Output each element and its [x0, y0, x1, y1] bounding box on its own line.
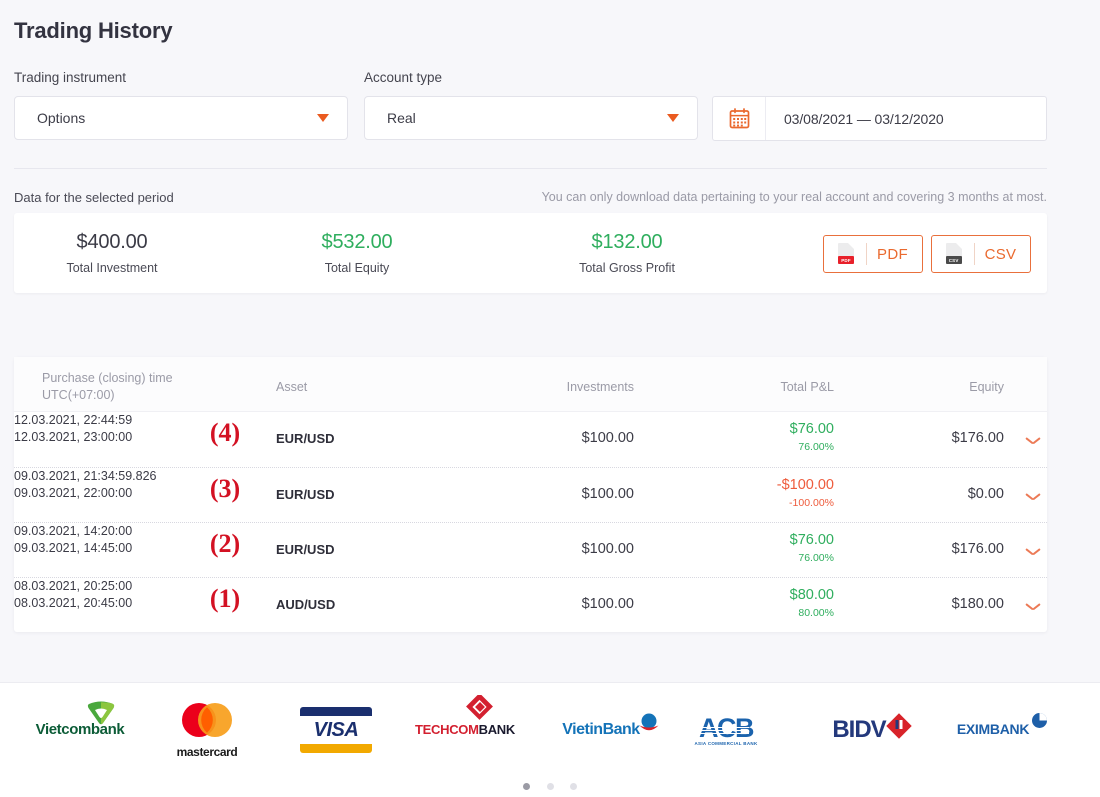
chevron-down-icon[interactable]: [1026, 492, 1040, 500]
calendar-icon: [713, 97, 766, 140]
table-row[interactable]: 12.03.2021, 22:44:59 12.03.2021, 23:00:0…: [14, 412, 1047, 467]
row-annotation: (2): [209, 529, 241, 558]
cell-investment: $100.00: [581, 430, 634, 446]
cell-asset: EUR/USD: [276, 542, 335, 557]
stat-total-investment: $400.00 Total Investment: [36, 231, 188, 275]
csv-file-icon: CSV: [945, 243, 964, 265]
cell-investment: $100.00: [581, 596, 634, 612]
table-row[interactable]: 09.03.2021, 14:20:00 09.03.2021, 14:45:0…: [14, 522, 1047, 577]
cell-investment: $100.00: [581, 486, 634, 502]
cell-pl-amount: $80.00: [789, 587, 834, 603]
divider: [866, 243, 868, 265]
download-csv-button[interactable]: CSV CSV: [931, 235, 1031, 273]
logo-text: VISA: [313, 718, 359, 741]
download-note: You can only download data pertaining to…: [541, 190, 1047, 204]
logo-techcombank: TECHCOMBANK: [400, 695, 530, 763]
carousel-dot[interactable]: [546, 783, 554, 790]
trading-instrument-label: Trading instrument: [14, 70, 127, 85]
logo-vietinbank: VietinBank: [538, 697, 664, 763]
column-header-time: Purchase (closing) time UTC(+07:00): [42, 371, 173, 402]
page-title: Trading History: [14, 18, 173, 43]
stat-total-equity: $532.00 Total Equity: [276, 231, 438, 275]
row-annotation: (1): [209, 584, 241, 613]
column-header-equity: Equity: [969, 380, 1004, 394]
table-header-row: Purchase (closing) time UTC(+07:00) Asse…: [14, 357, 1047, 412]
row-annotation: (3): [209, 474, 241, 503]
logo-mastercard: mastercard: [158, 697, 256, 763]
cell-asset: AUD/USD: [276, 597, 336, 612]
cell-asset: EUR/USD: [276, 431, 335, 446]
section-divider: [14, 168, 1047, 169]
stat-value: $400.00: [76, 231, 148, 253]
stat-total-gross-profit: $132.00 Total Gross Profit: [538, 231, 716, 275]
cell-investment: $100.00: [581, 541, 634, 557]
date-range-value: 03/08/2021 — 03/12/2020: [784, 110, 944, 127]
stat-label: Total Equity: [324, 261, 390, 275]
account-type-select[interactable]: Real: [364, 96, 698, 140]
cell-pl-percent: 80.00%: [798, 607, 834, 619]
logo-text: VietinBank: [562, 721, 640, 738]
cell-pl: $76.00 76.00%: [714, 532, 834, 564]
download-pdf-button[interactable]: PDF PDF: [823, 235, 923, 273]
stat-label: Total Investment: [66, 261, 158, 275]
stat-value: $532.00: [321, 231, 393, 253]
chevron-down-icon: [317, 114, 329, 122]
stat-label: Total Gross Profit: [579, 261, 675, 275]
cell-asset: EUR/USD: [276, 487, 335, 502]
logo-text: BIDV: [832, 716, 886, 743]
chevron-down-icon[interactable]: [1026, 602, 1040, 610]
cell-pl-percent: -100.00%: [789, 497, 834, 509]
date-range-picker[interactable]: 03/08/2021 — 03/12/2020: [712, 96, 1047, 141]
column-header-pl: Total P&L: [780, 380, 834, 394]
logo-vietcombank: Vietcombank: [10, 697, 150, 763]
trading-history-page: Trading History Trading instrument Optio…: [0, 0, 1100, 797]
partner-logos: Vietcombank mastercard VISA TECHCOMBANK …: [0, 695, 1100, 763]
logo-text: mastercard: [176, 744, 238, 759]
logo-eximbank: EXIMBANK: [928, 697, 1058, 763]
logo-bidv: BIDV: [800, 697, 918, 763]
csv-file-icon-tag: CSV: [945, 256, 962, 264]
cell-pl-amount: -$100.00: [776, 477, 834, 493]
carousel-dot[interactable]: [523, 783, 531, 790]
cell-pl: $80.00 80.00%: [714, 587, 834, 619]
column-header-asset: Asset: [276, 380, 308, 394]
cell-equity: $176.00: [951, 541, 1004, 557]
summary-caption: Data for the selected period: [14, 190, 174, 205]
chevron-down-icon: [667, 114, 679, 122]
chevron-down-icon[interactable]: [1026, 436, 1040, 444]
download-csv-label: CSV: [984, 245, 1017, 263]
table-row[interactable]: 08.03.2021, 20:25:00 08.03.2021, 20:45:0…: [14, 577, 1047, 632]
cell-equity: $0.00: [967, 486, 1004, 502]
column-header-investments: Investments: [566, 380, 634, 394]
account-type-label: Account type: [364, 70, 443, 85]
logo-text: EXIMBANK: [956, 721, 1030, 737]
trading-instrument-select[interactable]: Options: [14, 96, 348, 140]
pdf-file-icon-tag: PDF: [838, 256, 855, 264]
download-pdf-label: PDF: [877, 245, 908, 263]
account-type-value: Real: [387, 110, 416, 126]
cell-pl: -$100.00 -100.00%: [714, 477, 834, 509]
carousel-dots[interactable]: [0, 777, 1100, 795]
cell-equity: $176.00: [951, 430, 1004, 446]
carousel-dot[interactable]: [569, 783, 577, 790]
logo-acb: ACB ASIA COMMERCIAL BANK: [672, 697, 780, 763]
cell-pl: $76.00 76.00%: [714, 421, 834, 453]
stat-value: $132.00: [591, 231, 663, 253]
chevron-down-icon[interactable]: [1026, 547, 1040, 555]
table-row[interactable]: 09.03.2021, 21:34:59.826 09.03.2021, 22:…: [14, 467, 1047, 522]
logo-visa: VISA: [285, 697, 387, 763]
cell-pl-percent: 76.00%: [798, 552, 834, 564]
trading-instrument-value: Options: [37, 110, 86, 126]
visa-card-shape: VISA: [300, 707, 372, 753]
logo-subtext: ASIA COMMERCIAL BANK: [694, 740, 758, 746]
cell-pl-amount: $76.00: [789, 532, 834, 548]
trades-table: Purchase (closing) time UTC(+07:00) Asse…: [14, 357, 1047, 632]
cell-pl-percent: 76.00%: [798, 441, 834, 453]
divider: [973, 243, 975, 265]
pdf-file-icon: PDF: [838, 243, 856, 265]
cell-pl-amount: $76.00: [789, 421, 834, 437]
payment-partners-footer: Vietcombank mastercard VISA TECHCOMBANK …: [0, 682, 1100, 797]
row-annotation: (4): [209, 418, 241, 447]
cell-equity: $180.00: [951, 596, 1004, 612]
